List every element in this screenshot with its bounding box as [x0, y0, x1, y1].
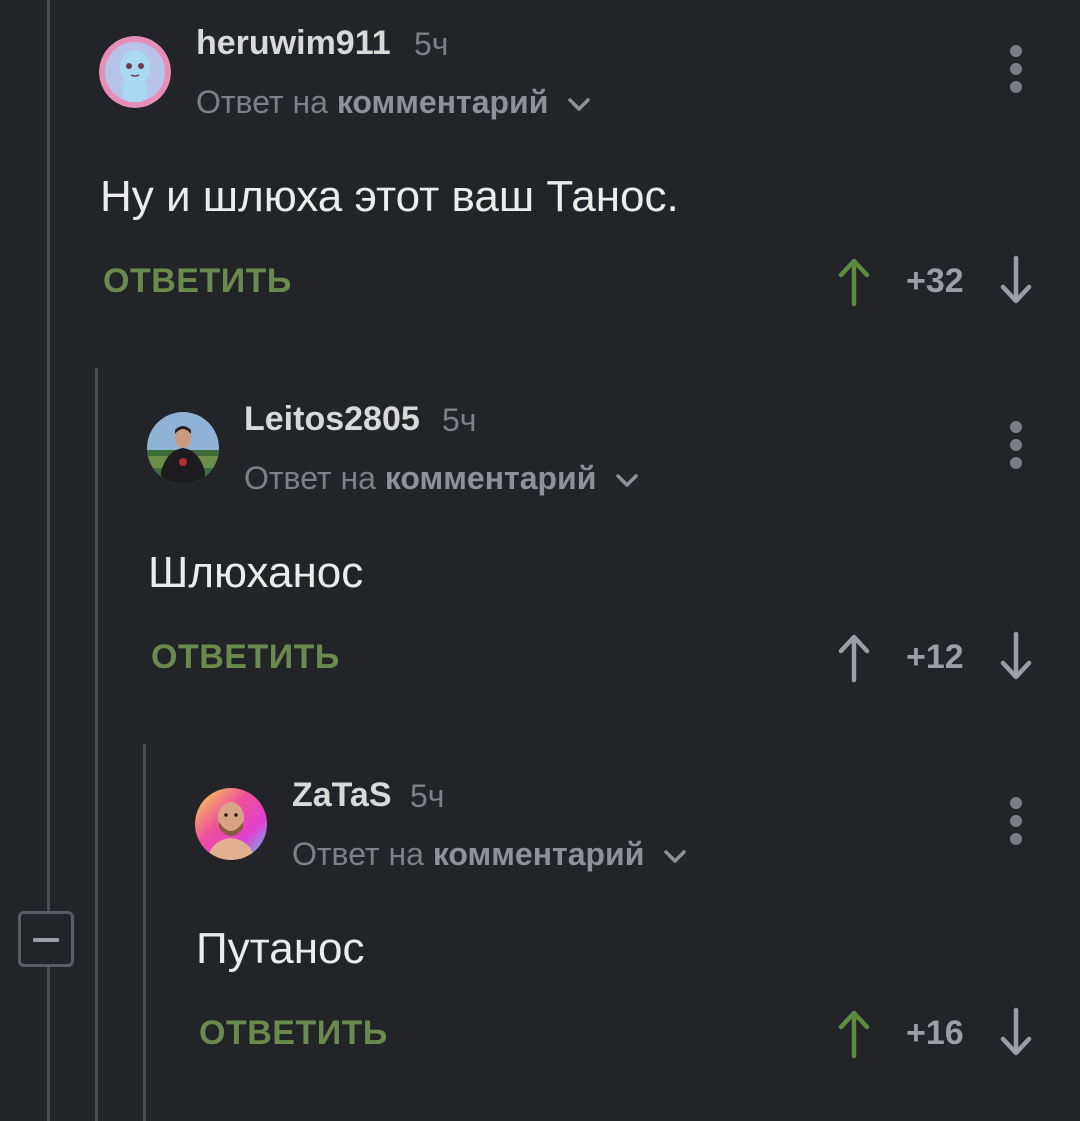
upvote-arrow-icon[interactable] [836, 1008, 872, 1060]
reply-button[interactable]: ОТВЕТИТЬ [199, 1014, 388, 1053]
reply-to-prefix: Ответ на [292, 836, 424, 872]
chevron-down-icon [664, 849, 687, 863]
vote-score: +16 [906, 1014, 964, 1052]
comment-time: 5ч [410, 778, 445, 814]
comment: ZaTaS 5ч Ответ на комментарий Путанос ОТ… [0, 0, 1080, 1100]
comment-thread: heruwim911 5ч Ответ на комментарий Ну и … [0, 0, 1080, 1121]
downvote-arrow-icon[interactable] [998, 1006, 1034, 1058]
bald-man-avatar-icon [195, 788, 267, 860]
comment-text: Путанос [196, 924, 365, 973]
comment-username[interactable]: ZaTaS [292, 776, 392, 815]
reply-to-target: комментарий [432, 836, 645, 872]
reply-to-link[interactable]: Ответ на комментарий [292, 836, 687, 873]
more-options-icon[interactable] [1006, 797, 1026, 845]
avatar[interactable] [195, 788, 267, 860]
